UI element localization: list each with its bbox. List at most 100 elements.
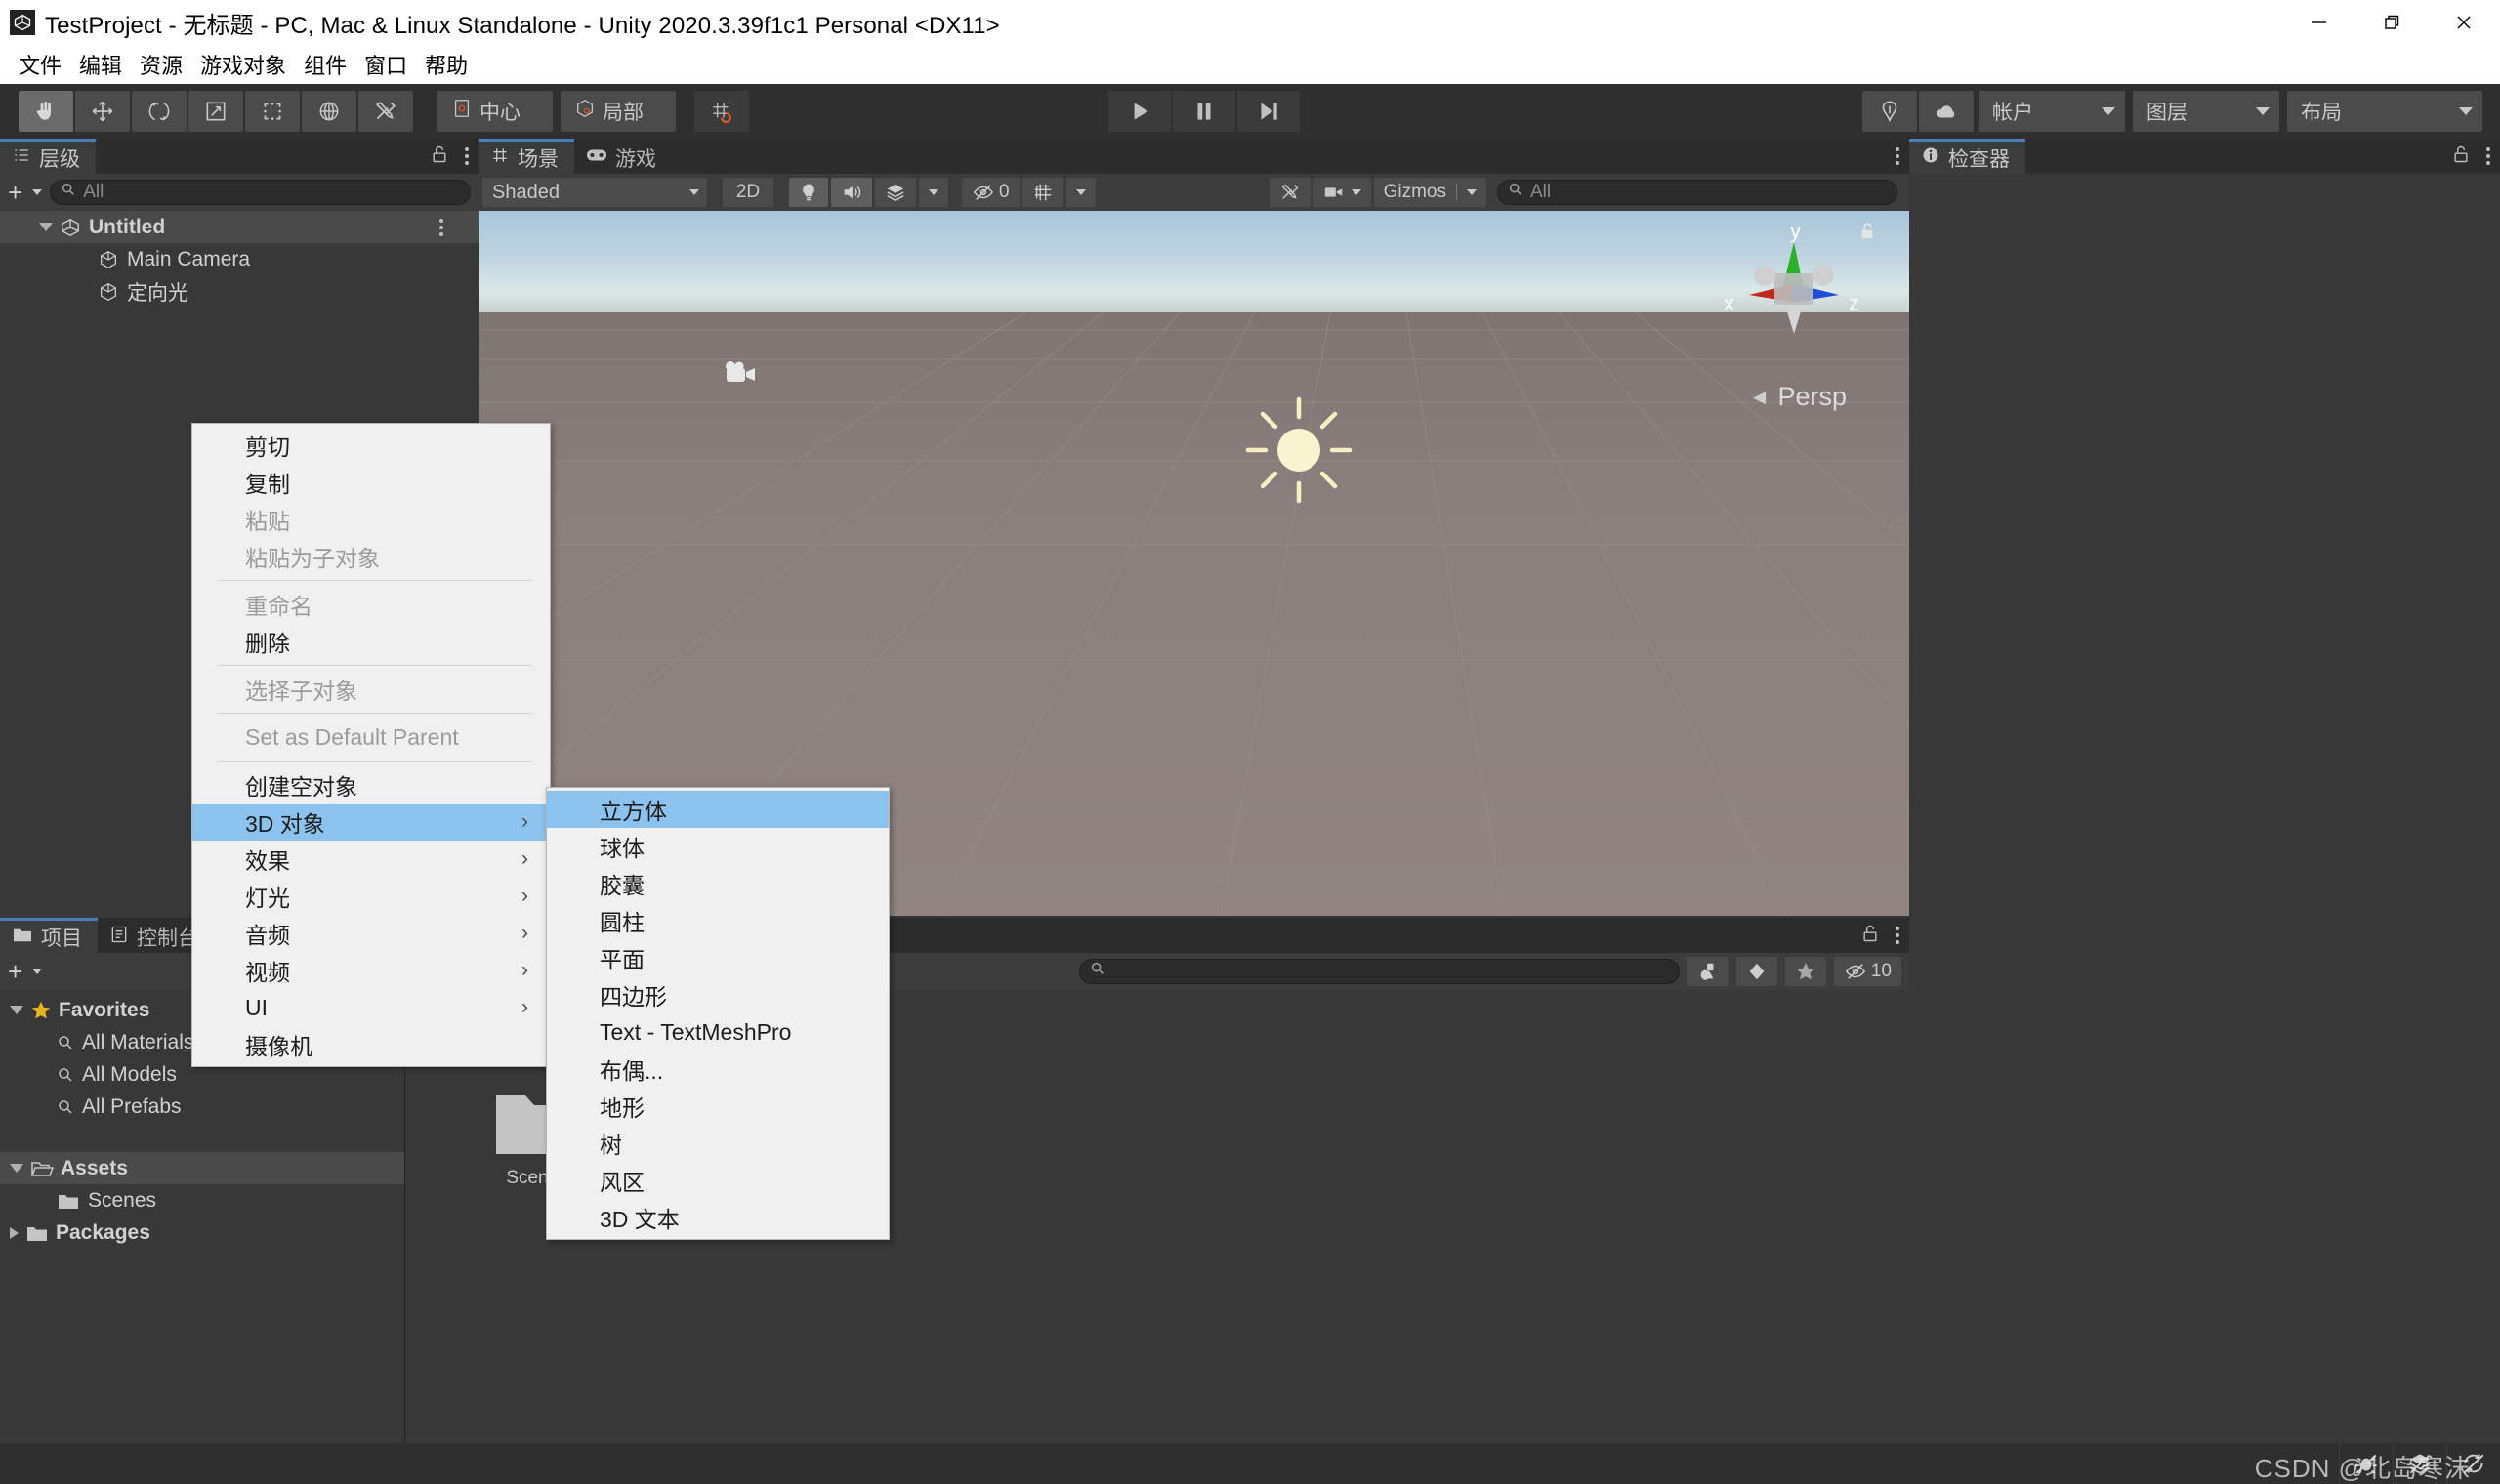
toggle-2d-button[interactable]: 2D: [723, 178, 773, 207]
submenu-item-capsule[interactable]: 胶囊: [547, 865, 889, 902]
step-button[interactable]: [1237, 91, 1300, 132]
ctx-item-video[interactable]: 视频 ›: [192, 952, 550, 989]
chevron-down-icon[interactable]: [10, 1006, 23, 1014]
lock-icon[interactable]: [430, 144, 449, 170]
submenu-item-ragdoll[interactable]: 布偶...: [547, 1051, 889, 1088]
hierarchy-search-input[interactable]: All: [50, 180, 471, 205]
submenu-item-cube[interactable]: 立方体: [547, 791, 889, 828]
hierarchy-row-menu-icon[interactable]: [439, 219, 443, 236]
submenu-item-terrain[interactable]: 地形: [547, 1088, 889, 1125]
lock-icon[interactable]: [2451, 144, 2471, 170]
move-tool-button[interactable]: [75, 91, 130, 132]
sceneview-menu-icon[interactable]: [1896, 147, 1899, 165]
scale-tool-button[interactable]: [188, 91, 243, 132]
toggle-fx-button[interactable]: [875, 178, 916, 207]
ctx-item-copy[interactable]: 复制: [192, 464, 550, 501]
ctx-item-delete[interactable]: 删除: [192, 623, 550, 660]
maximize-button[interactable]: [2355, 0, 2428, 45]
filter-by-type-button[interactable]: [1688, 957, 1729, 986]
ctx-item-ui[interactable]: UI ›: [192, 989, 550, 1026]
filter-favorites-button[interactable]: [1785, 957, 1826, 986]
account-dropdown[interactable]: 帐户: [1979, 91, 2125, 132]
ctx-item-light[interactable]: 灯光 ›: [192, 878, 550, 915]
menu-file[interactable]: 文件: [10, 45, 70, 84]
submenu-item-quad[interactable]: 四边形: [547, 976, 889, 1013]
3d-object-submenu[interactable]: 立方体 球体 胶囊 圆柱 平面 四边形 Text - TextMeshPro 布…: [546, 787, 890, 1240]
project-tree-packages[interactable]: Packages: [0, 1216, 404, 1249]
lock-icon[interactable]: [1860, 923, 1880, 949]
minimize-button[interactable]: [2283, 0, 2355, 45]
chevron-down-icon[interactable]: [39, 223, 53, 231]
tab-inspector[interactable]: 检查器: [1909, 139, 2025, 174]
sync-status-icon[interactable]: [2446, 1443, 2500, 1484]
tab-project[interactable]: 项目: [0, 918, 98, 953]
submenu-item-tree[interactable]: 树: [547, 1125, 889, 1162]
layers-status-icon[interactable]: [2393, 1443, 2446, 1484]
inspector-menu-icon[interactable]: [2486, 147, 2490, 165]
project-tree-assets[interactable]: Assets: [0, 1152, 404, 1184]
transform-tool-button[interactable]: [302, 91, 356, 132]
grid-snap-button[interactable]: [694, 91, 749, 132]
ctx-item-audio[interactable]: 音频 ›: [192, 915, 550, 952]
chevron-right-icon[interactable]: [10, 1227, 19, 1239]
menu-assets[interactable]: 资源: [131, 45, 191, 84]
project-add-button[interactable]: +: [8, 957, 42, 987]
submenu-item-sphere[interactable]: 球体: [547, 828, 889, 865]
scene-camera-dropdown-button[interactable]: [1066, 178, 1096, 207]
ctx-item-create-empty[interactable]: 创建空对象: [192, 766, 550, 804]
hierarchy-context-menu[interactable]: 剪切 复制 粘贴 粘贴为子对象 重命名 删除 选择子对象 Set as Defa…: [191, 423, 551, 1067]
tab-hierarchy[interactable]: 层级: [0, 139, 96, 174]
toggle-audio-button[interactable]: [831, 178, 872, 207]
play-button[interactable]: [1108, 91, 1171, 132]
submenu-item-text-textmeshpro[interactable]: Text - TextMeshPro: [547, 1013, 889, 1051]
menu-help[interactable]: 帮助: [416, 45, 477, 84]
scene-camera-settings-button[interactable]: [1022, 178, 1063, 207]
submenu-item-3d-text[interactable]: 3D 文本: [547, 1199, 889, 1236]
menu-window[interactable]: 窗口: [355, 45, 416, 84]
rect-tool-button[interactable]: [245, 91, 300, 132]
scene-search-input[interactable]: All: [1497, 180, 1897, 205]
rotate-tool-button[interactable]: [132, 91, 187, 132]
hierarchy-item-scene[interactable]: Untitled: [0, 211, 479, 243]
project-hidden-count-button[interactable]: 10: [1834, 957, 1901, 986]
pivot-rotation-dropdown[interactable]: 局部: [561, 91, 676, 132]
layers-dropdown[interactable]: 图层: [2133, 91, 2279, 132]
scene-light-gizmo[interactable]: [1240, 392, 1357, 514]
gizmo-lock-icon[interactable]: [1856, 219, 1878, 247]
scene-orientation-gizmo[interactable]: y x z: [1706, 213, 1882, 369]
close-button[interactable]: [2428, 0, 2500, 45]
ctx-item-cut[interactable]: 剪切: [192, 427, 550, 464]
tab-scene[interactable]: 场景: [479, 139, 574, 174]
chevron-down-icon[interactable]: [10, 1164, 23, 1173]
scene-camera-button[interactable]: [1313, 178, 1371, 207]
project-tree-scenes[interactable]: Scenes: [0, 1184, 404, 1216]
hierarchy-add-button[interactable]: +: [8, 178, 42, 208]
collab-button[interactable]: [1862, 91, 1917, 132]
scene-tools-button[interactable]: [1270, 178, 1311, 207]
submenu-item-wind-zone[interactable]: 风区: [547, 1162, 889, 1199]
menu-edit[interactable]: 编辑: [70, 45, 131, 84]
submenu-item-plane[interactable]: 平面: [547, 939, 889, 976]
pause-button[interactable]: [1173, 91, 1235, 132]
custom-editor-tool-button[interactable]: [358, 91, 413, 132]
gizmos-button[interactable]: Gizmos: [1374, 178, 1486, 207]
projection-back-arrow[interactable]: ◄: [1749, 385, 1771, 410]
project-tree-all-prefabs[interactable]: All Prefabs: [0, 1091, 404, 1123]
menu-component[interactable]: 组件: [295, 45, 355, 84]
ctx-item-camera[interactable]: 摄像机: [192, 1026, 550, 1063]
cloud-button[interactable]: [1919, 91, 1974, 132]
layout-dropdown[interactable]: 布局: [2287, 91, 2482, 132]
project-search-input[interactable]: [1079, 959, 1680, 984]
draw-mode-dropdown[interactable]: Shaded: [482, 178, 707, 207]
toggle-lighting-button[interactable]: [789, 178, 828, 207]
hierarchy-item-main-camera[interactable]: Main Camera: [0, 243, 479, 275]
pivot-mode-dropdown[interactable]: 中心: [438, 91, 553, 132]
menu-gameobject[interactable]: 游戏对象: [191, 45, 295, 84]
filter-by-label-button[interactable]: [1736, 957, 1777, 986]
tab-game[interactable]: 游戏: [574, 139, 672, 174]
hierarchy-item-directional-light[interactable]: 定向光: [0, 275, 479, 308]
hierarchy-menu-icon[interactable]: [465, 147, 469, 165]
bug-report-icon[interactable]: [2339, 1443, 2393, 1484]
fx-dropdown-button[interactable]: [919, 178, 948, 207]
scene-projection-label[interactable]: ◄ Persp: [1749, 382, 1847, 412]
